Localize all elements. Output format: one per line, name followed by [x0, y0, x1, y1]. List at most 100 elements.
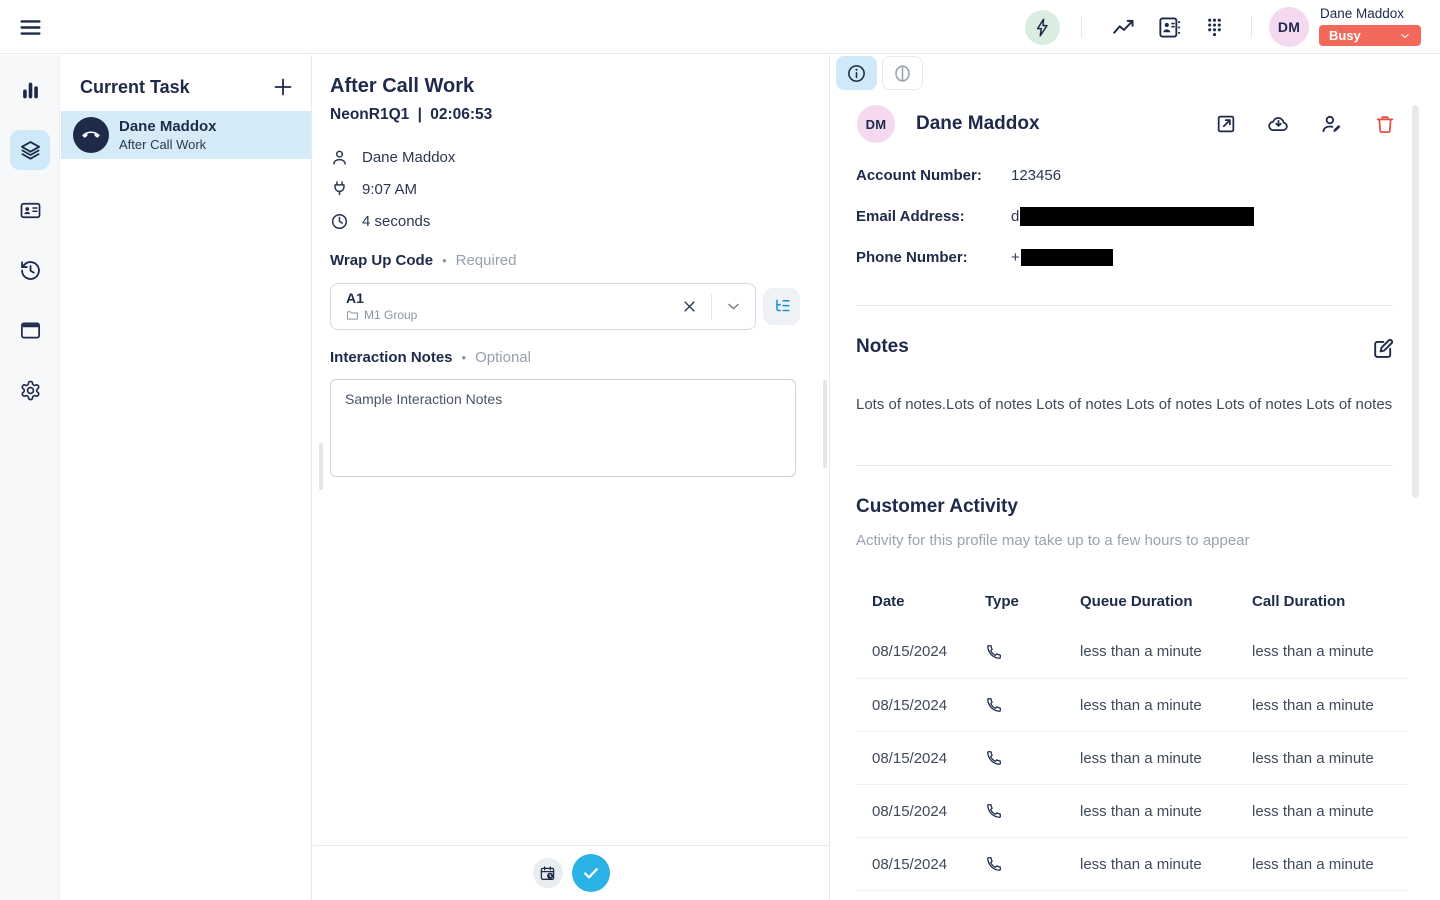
- scrollbar[interactable]: [1412, 105, 1419, 498]
- folder-icon: [346, 309, 359, 322]
- nav-pages[interactable]: [10, 310, 50, 350]
- acw-timer: 02:06:53: [430, 106, 492, 123]
- lightning-icon: [1032, 17, 1053, 38]
- add-task-button[interactable]: [271, 75, 295, 99]
- reports-button[interactable]: [1109, 13, 1137, 41]
- download-button[interactable]: [1267, 112, 1290, 135]
- acw-queue-timer: NeonR1Q1 | 02:06:53: [330, 106, 492, 124]
- contact-book-icon: [1157, 15, 1182, 40]
- nav-rail: [0, 55, 60, 900]
- gear-icon: [19, 379, 42, 402]
- customer-activity-title: Customer Activity: [856, 496, 1018, 518]
- topbar-divider: [1251, 16, 1252, 38]
- activity-date: 08/15/2024: [856, 856, 985, 873]
- interaction-notes-input[interactable]: Sample Interaction Notes: [330, 379, 796, 477]
- layers-icon: [19, 139, 42, 162]
- table-row[interactable]: 08/15/2024 less than a minute less than …: [856, 678, 1408, 731]
- scrollbar[interactable]: [823, 380, 827, 468]
- chevron-down-icon[interactable]: [725, 298, 742, 315]
- col-type: Type: [985, 593, 1080, 610]
- profile-name: Dane Maddox: [916, 113, 1040, 135]
- complete-button[interactable]: [572, 854, 610, 892]
- acw-title: After Call Work: [330, 75, 474, 98]
- call-type-icon: [985, 696, 1080, 714]
- task-contact-name: Dane Maddox: [119, 118, 217, 136]
- table-row[interactable]: 08/15/2024 less than a minute less than …: [856, 784, 1408, 837]
- activity-date: 08/15/2024: [856, 803, 985, 820]
- notes-text: Lots of notes.Lots of notes Lots of note…: [856, 396, 1401, 413]
- redacted-value: [1020, 207, 1254, 226]
- info-icon: [846, 63, 867, 84]
- schedule-button[interactable]: [533, 858, 563, 888]
- profile-field: Account Number: 123456: [856, 155, 1401, 196]
- dialpad-button[interactable]: [1200, 13, 1228, 41]
- edit-notes-button[interactable]: [1371, 337, 1395, 361]
- activity-call-duration: less than a minute: [1252, 803, 1408, 820]
- task-avatar: [73, 117, 109, 153]
- browse-codes-button[interactable]: [763, 288, 800, 325]
- phone-handset-icon: [82, 126, 100, 144]
- browser-window-icon: [19, 319, 42, 342]
- bullet: •: [442, 253, 447, 268]
- separator: |: [418, 106, 422, 123]
- clear-icon[interactable]: [681, 298, 698, 315]
- person-icon: [330, 148, 349, 167]
- tab-info[interactable]: [836, 56, 877, 90]
- contacts-button[interactable]: [1155, 13, 1183, 41]
- task-list-item[interactable]: Dane Maddox After Call Work: [61, 111, 311, 159]
- nav-stats[interactable]: [10, 70, 50, 110]
- duration-row: 4 seconds: [330, 210, 455, 232]
- activity-queue-duration: less than a minute: [1080, 803, 1252, 820]
- table-row[interactable]: 08/15/2024 less than a minute less than …: [856, 625, 1408, 678]
- field-value: 123456: [1011, 167, 1061, 184]
- activity-queue-duration: less than a minute: [1080, 856, 1252, 873]
- wrap-up-code-select[interactable]: A1 M1 Group: [330, 283, 756, 330]
- activity-call-duration: less than a minute: [1252, 750, 1408, 767]
- activity-call-duration: less than a minute: [1252, 643, 1408, 660]
- divider: [856, 305, 1393, 306]
- contact-row: Dane Maddox: [330, 146, 455, 168]
- current-task-panel: Current Task Dane Maddox After Call Work: [61, 55, 312, 900]
- quick-actions-button[interactable]: [1025, 10, 1060, 45]
- select-divider: [711, 294, 712, 320]
- table-row[interactable]: 08/15/2024 less than a minute less than …: [856, 837, 1408, 890]
- dialpad-icon: [1202, 15, 1227, 40]
- calendar-clock-icon: [539, 865, 556, 882]
- notes-title: Notes: [856, 336, 909, 358]
- nav-history[interactable]: [10, 250, 50, 290]
- activity-call-duration: less than a minute: [1252, 697, 1408, 714]
- menu-icon[interactable]: [17, 15, 44, 40]
- table-row[interactable]: 08/15/2024 less than a minute less than …: [856, 731, 1408, 784]
- edit-profile-button[interactable]: [1320, 112, 1343, 135]
- call-type-icon: [985, 802, 1080, 820]
- nav-contacts[interactable]: [10, 190, 50, 230]
- profile-field: Email Address: d: [856, 196, 1401, 237]
- chevron-down-icon: [1399, 30, 1411, 42]
- profile-avatar: DM: [857, 105, 895, 143]
- wrap-up-code-label: Wrap Up Code: [330, 252, 433, 269]
- check-icon: [581, 863, 601, 883]
- tab-insights[interactable]: [882, 56, 923, 90]
- call-duration: 4 seconds: [362, 213, 430, 230]
- nav-tasks[interactable]: [10, 130, 50, 170]
- profile-field: Phone Number: +: [856, 237, 1401, 278]
- interaction-notes-label: Interaction Notes: [330, 349, 453, 366]
- open-in-new-button[interactable]: [1214, 112, 1237, 135]
- call-type-icon: [985, 643, 1080, 661]
- activity-date: 08/15/2024: [856, 643, 985, 660]
- user-avatar[interactable]: DM: [1269, 7, 1309, 47]
- bar-chart-icon: [19, 79, 42, 102]
- delete-profile-button[interactable]: [1373, 112, 1396, 135]
- col-queue-duration: Queue Duration: [1080, 593, 1252, 610]
- customer-activity-subtitle: Activity for this profile may take up to…: [856, 532, 1250, 549]
- field-label: Email Address:: [856, 208, 1011, 225]
- activity-date: 08/15/2024: [856, 750, 985, 767]
- activity-date: 08/15/2024: [856, 697, 985, 714]
- call-type-icon: [985, 749, 1080, 767]
- activity-table-header: Date Type Queue Duration Call Duration: [856, 578, 1408, 625]
- nav-settings[interactable]: [10, 370, 50, 410]
- status-dropdown[interactable]: Busy: [1319, 25, 1421, 46]
- topbar-divider: [1081, 16, 1082, 38]
- plug-icon: [330, 180, 349, 199]
- scrollbar[interactable]: [319, 443, 323, 490]
